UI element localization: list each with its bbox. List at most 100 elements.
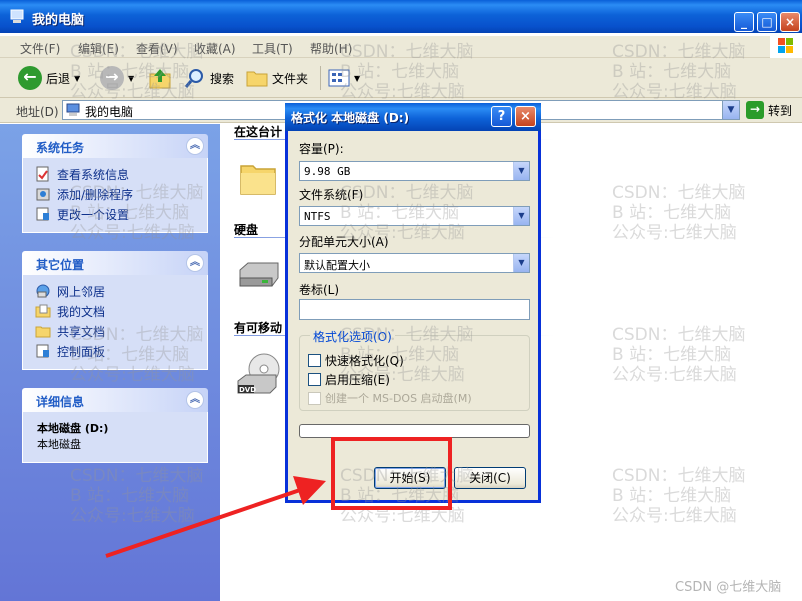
watermark-line: CSDN：七维大脑 bbox=[612, 183, 746, 203]
chevron-down-icon[interactable]: ▼ bbox=[513, 207, 529, 225]
maximize-button[interactable]: □ bbox=[757, 12, 777, 32]
system-info-icon bbox=[36, 166, 49, 182]
watermark-line: B 站：七维大脑 bbox=[612, 203, 732, 223]
highlight-box bbox=[331, 437, 452, 510]
watermark-line: B 站：七维大脑 bbox=[70, 62, 190, 82]
details-drive-type: 本地磁盘 bbox=[37, 438, 81, 451]
capacity-label: 容量(P): bbox=[299, 142, 344, 156]
back-label: 后退 bbox=[46, 71, 71, 86]
folders-label: 文件夹 bbox=[272, 71, 309, 86]
place-network[interactable]: 网上邻居 bbox=[35, 281, 207, 301]
allocation-value: 默认配置大小 bbox=[304, 259, 370, 272]
dvd-drive-icon[interactable]: DVD bbox=[236, 351, 282, 397]
collapse-icon[interactable]: ︽ bbox=[186, 391, 204, 409]
watermark-line: B 站：七维大脑 bbox=[340, 62, 460, 82]
menu-tools[interactable]: 工具(T) bbox=[252, 40, 293, 57]
panel-title: 详细信息 bbox=[36, 395, 85, 409]
checkbox-icon bbox=[308, 373, 321, 386]
control-panel-icon bbox=[36, 344, 49, 358]
watermark-line: 公众号:七维大脑 bbox=[70, 223, 195, 243]
toolbar-separator bbox=[320, 66, 321, 90]
watermark-line: B 站：七维大脑 bbox=[612, 486, 732, 506]
watermark-line: 公众号:七维大脑 bbox=[612, 82, 737, 102]
my-computer-icon bbox=[10, 9, 24, 23]
capacity-value: 9.98 GB bbox=[304, 165, 351, 178]
dialog-title: 格式化 本地磁盘 (D:) bbox=[291, 111, 410, 125]
watermark: CSDN：七维大脑 B 站：七维大脑 公众号:七维大脑 bbox=[612, 466, 745, 526]
watermark-line: CSDN：七维大脑 bbox=[340, 325, 474, 345]
minimize-button[interactable]: _ bbox=[734, 12, 754, 32]
watermark: CSDN：七维大脑 B 站：七维大脑 公众号:七维大脑 bbox=[70, 466, 203, 526]
settings-icon bbox=[36, 207, 49, 221]
collapse-icon[interactable]: ︽ bbox=[186, 137, 204, 155]
watermark-line: 公众号:七维大脑 bbox=[612, 365, 737, 385]
checkbox-label: 创建一个 MS-DOS 启动盘(M) bbox=[325, 392, 472, 405]
volume-label-input[interactable] bbox=[299, 299, 530, 320]
task-label: 查看系统信息 bbox=[57, 167, 130, 182]
task-view-system-info[interactable]: 查看系统信息 bbox=[35, 164, 207, 184]
svg-text:DVD: DVD bbox=[239, 386, 256, 394]
watermark-line: CSDN：七维大脑 bbox=[612, 466, 746, 486]
network-icon bbox=[36, 284, 50, 298]
watermark-line: B 站：七维大脑 bbox=[340, 203, 460, 223]
dialog-close-button[interactable]: × bbox=[515, 106, 536, 127]
address-label: 地址(D) bbox=[16, 105, 59, 119]
watermark-line: B 站：七维大脑 bbox=[612, 62, 732, 82]
credit-text: CSDN @七维大脑 bbox=[675, 580, 782, 595]
window-titlebar: 我的电脑 _ □ × bbox=[0, 0, 802, 33]
checkbox-icon bbox=[308, 391, 321, 405]
watermark-line: CSDN：七维大脑 bbox=[70, 466, 204, 486]
add-remove-icon bbox=[36, 188, 50, 201]
dialog-titlebar: 格式化 本地磁盘 (D:) ? × bbox=[285, 103, 541, 131]
watermark: CSDN：七维大脑 B 站：七维大脑 公众号:七维大脑 bbox=[612, 42, 745, 102]
watermark-line: B 站：七维大脑 bbox=[70, 203, 190, 223]
watermark-line: 公众号:七维大脑 bbox=[70, 365, 195, 385]
watermark: CSDN：七维大脑 B 站：七维大脑 公众号:七维大脑 bbox=[612, 183, 745, 243]
allocation-select[interactable]: 默认配置大小 ▼ bbox=[299, 253, 530, 273]
go-button[interactable]: → 转到 bbox=[746, 101, 792, 119]
watermark-line: B 站：七维大脑 bbox=[340, 345, 460, 365]
hard-drive-icon[interactable] bbox=[236, 260, 282, 290]
window-title: 我的电脑 bbox=[32, 13, 85, 28]
watermark-line: CSDN：七维大脑 bbox=[340, 183, 474, 203]
collapse-icon[interactable]: ︽ bbox=[186, 254, 204, 272]
chevron-down-icon[interactable]: ▼ bbox=[513, 254, 529, 272]
folders-button[interactable]: 文件夹 bbox=[246, 64, 308, 92]
chevron-down-icon[interactable]: ▼ bbox=[722, 101, 739, 119]
section-hard-drives: 硬盘 bbox=[234, 223, 259, 237]
watermark: CSDN：七维大脑 B 站：七维大脑 公众号:七维大脑 bbox=[70, 42, 203, 102]
section-removable-storage: 有可移动 bbox=[234, 321, 283, 335]
watermark: CSDN：七维大脑 B 站：七维大脑 公众号:七维大脑 bbox=[340, 183, 473, 243]
shared-folder-icon bbox=[35, 326, 51, 338]
watermark-line: 公众号:七维大脑 bbox=[70, 82, 195, 102]
place-label: 我的文档 bbox=[57, 304, 106, 319]
my-documents-icon bbox=[35, 304, 51, 318]
watermark-line: CSDN：七维大脑 bbox=[612, 42, 746, 62]
place-my-documents[interactable]: 我的文档 bbox=[35, 301, 207, 321]
go-label: 转到 bbox=[768, 103, 793, 118]
capacity-select[interactable]: 9.98 GB ▼ bbox=[299, 161, 530, 181]
place-label: 网上邻居 bbox=[57, 284, 106, 299]
help-button[interactable]: ? bbox=[491, 106, 512, 127]
watermark: CSDN：七维大脑 B 站：七维大脑 公众号:七维大脑 bbox=[340, 42, 473, 102]
watermark-line: 公众号:七维大脑 bbox=[340, 365, 465, 385]
watermark-line: B 站：七维大脑 bbox=[70, 486, 190, 506]
system-tasks-header[interactable]: 系统任务 ︽ bbox=[22, 134, 208, 158]
watermark: CSDN：七维大脑 B 站：七维大脑 公众号:七维大脑 bbox=[70, 325, 203, 385]
chevron-down-icon[interactable]: ▼ bbox=[513, 162, 529, 180]
watermark-line: CSDN：七维大脑 bbox=[612, 325, 746, 345]
section-files-on-computer: 在这台计 bbox=[234, 125, 283, 139]
details-panel: 详细信息 ︽ 本地磁盘 (D:) 本地磁盘 bbox=[22, 388, 208, 463]
back-arrow-icon: ← bbox=[18, 66, 42, 90]
watermark-line: 公众号:七维大脑 bbox=[612, 223, 737, 243]
other-places-header[interactable]: 其它位置 ︽ bbox=[22, 251, 208, 275]
folder-icon bbox=[246, 71, 268, 87]
shared-folder-icon[interactable] bbox=[238, 158, 278, 198]
go-arrow-icon: → bbox=[746, 101, 764, 119]
menu-file[interactable]: 文件(F) bbox=[20, 40, 60, 57]
details-drive-name: 本地磁盘 (D:) bbox=[37, 422, 109, 435]
watermark: CSDN：七维大脑 B 站：七维大脑 公众号:七维大脑 bbox=[612, 325, 745, 385]
windows-logo-icon bbox=[770, 34, 802, 58]
details-header[interactable]: 详细信息 ︽ bbox=[22, 388, 208, 412]
close-window-button[interactable]: × bbox=[780, 12, 800, 32]
